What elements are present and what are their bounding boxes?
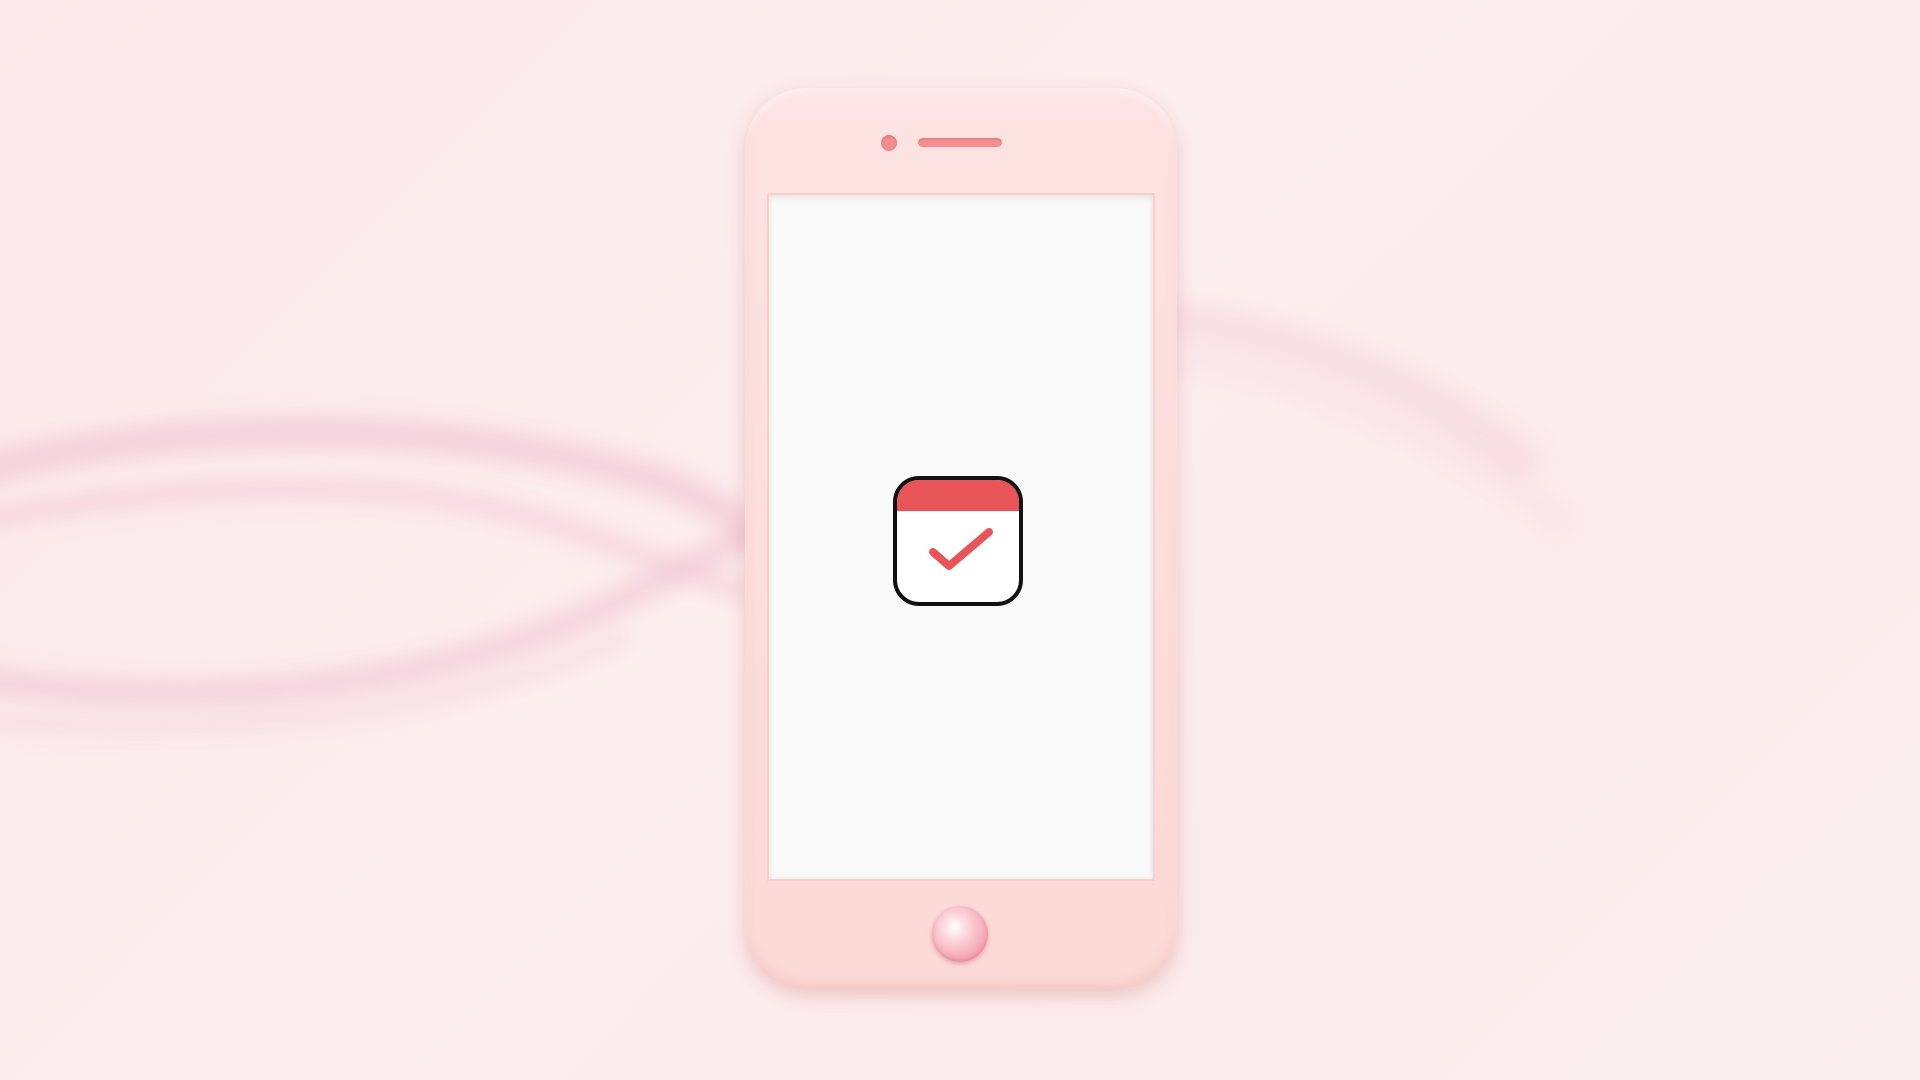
background-scene	[0, 0, 1920, 1080]
camera-icon	[881, 135, 897, 151]
phone-device	[745, 88, 1177, 990]
home-button[interactable]	[932, 906, 988, 962]
checkmark-icon	[929, 528, 993, 570]
phone-screen	[767, 193, 1155, 881]
speaker-icon	[918, 138, 1002, 147]
calendar-check-icon[interactable]	[893, 476, 1023, 606]
calendar-header	[897, 480, 1019, 511]
